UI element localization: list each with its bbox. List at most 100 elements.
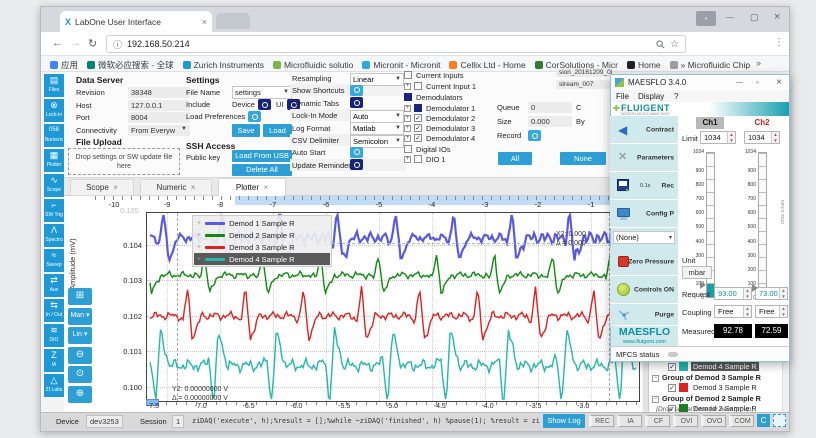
group-item-checkbox[interactable]: ✓ — [668, 384, 676, 392]
tree-checkbox[interactable] — [414, 155, 422, 163]
url-text[interactable]: 192.168.50.214 — [127, 39, 651, 49]
load-preferences-toggle[interactable] — [248, 111, 261, 122]
legend-row[interactable]: +Demod 4 Sample R — [194, 253, 330, 265]
session-value[interactable]: 1 — [172, 415, 184, 428]
tree-expander-icon[interactable]: + — [404, 105, 411, 112]
ch2-pressure-slider[interactable] — [758, 152, 767, 298]
sidebar-item-zi-labs[interactable]: △ZI Labs — [44, 374, 64, 397]
tab-numeric[interactable]: Numeric × — [140, 179, 212, 196]
ch1-limit-spinner[interactable]: 1034▲▼ — [700, 131, 736, 144]
sidebar-item-sweeper[interactable]: ≈Sweep — [44, 249, 64, 272]
option-combo-csvdelimiter[interactable]: Semicolon▼ — [350, 135, 404, 148]
parameters-button[interactable]: ✕Parameters — [610, 144, 678, 172]
bookmark-zurich-instruments[interactable]: Zurich Instruments — [183, 58, 264, 71]
sidebar-item-in-out[interactable]: ⇆In / Out — [44, 299, 64, 322]
ch2-header[interactable]: Ch2 — [748, 117, 776, 129]
config-p-button[interactable]: Config P — [610, 200, 678, 228]
option-toggle-updatereminder[interactable] — [350, 159, 363, 170]
maesflo-close[interactable]: × — [776, 77, 782, 88]
tree-item-label[interactable]: Demodulators — [416, 93, 463, 102]
purge-button[interactable]: Purge — [610, 304, 678, 326]
bookmarks-overflow-icon[interactable]: » — [756, 58, 761, 68]
group-item-checkbox[interactable]: ✓ — [668, 363, 676, 371]
delete-all-button[interactable]: Delete All — [232, 164, 292, 176]
tab-close-icon[interactable]: × — [113, 183, 118, 192]
back-icon[interactable]: ← — [52, 37, 63, 49]
group-collapse-icon[interactable]: − — [652, 396, 659, 403]
profile-button[interactable]: ◦ — [696, 11, 716, 26]
load-button[interactable]: Load — [263, 124, 292, 137]
option-combo-lockinmode[interactable]: Auto▼ — [350, 110, 404, 123]
bookmark-cellix[interactable]: Cellix Ltd - Home — [449, 58, 525, 71]
file-upload-dropzone[interactable]: Drop settings or SW update file here — [68, 148, 180, 175]
tree-checkbox[interactable] — [414, 82, 422, 90]
tree-all-button[interactable]: All — [498, 152, 532, 165]
sidebar-item-dio[interactable]: ≋DIO — [44, 324, 64, 347]
menu-display[interactable]: Display — [638, 92, 664, 101]
tree-item-label[interactable]: Demodulator 1 — [426, 104, 475, 113]
group-header[interactable]: Group of Demod 2 Sample R — [662, 394, 761, 403]
save-button[interactable]: Save — [232, 124, 260, 137]
drag-handle-icon[interactable]: + — [197, 220, 201, 227]
sidebar-item-aux[interactable]: ⇄Aux — [44, 274, 64, 297]
tab-scope[interactable]: Scope × — [70, 179, 134, 196]
info-icon[interactable]: ⓘ — [113, 38, 122, 51]
tree-expander-icon[interactable]: + — [404, 135, 411, 142]
data-server-row-value[interactable]: From Everyw ▼ — [128, 125, 190, 136]
sidebar-item-sw-trig[interactable]: ⌐SW Trig — [44, 199, 64, 222]
forward-icon[interactable]: → — [70, 37, 81, 49]
tree-checkbox[interactable]: ✓ — [414, 134, 422, 142]
tree-expander-icon[interactable]: + — [404, 115, 411, 122]
tab-close-icon[interactable]: × — [202, 17, 207, 27]
option-toggle-dynamictabs[interactable] — [350, 97, 363, 108]
tree-item-label[interactable]: Demodulator 2 — [426, 114, 475, 123]
option-toggle-autostart[interactable] — [350, 147, 363, 158]
menu-file[interactable]: File — [616, 92, 629, 101]
new-tab-button[interactable] — [216, 13, 250, 29]
tree-checkbox[interactable] — [414, 104, 422, 112]
sidebar-item-plotter[interactable]: ▦Plotter — [44, 149, 64, 172]
plot-tool-zoom-out-button[interactable]: ⊖ — [68, 347, 92, 364]
bookmark-microfluidic-solution[interactable]: Microfluidic solutio — [273, 58, 353, 71]
plot-tool-zoom-in-button[interactable]: ⊕ — [68, 386, 92, 403]
record-toggle[interactable] — [528, 130, 541, 141]
legend-row[interactable]: +Demod 2 Sample R — [194, 229, 330, 241]
rec-button[interactable]: ▸0.1sRec — [610, 172, 678, 200]
slider-handle-icon[interactable] — [700, 281, 706, 289]
plot-tool-manual-scale-button[interactable]: Man ▾ — [68, 308, 92, 325]
legend-row[interactable]: +Demod 1 Sample R — [194, 217, 330, 229]
contract-button[interactable]: ◀Contract — [610, 116, 678, 144]
menu-help[interactable]: ? — [674, 92, 678, 101]
ch1-coupling-spinner[interactable]: Free▲▼ — [714, 305, 752, 318]
include-device-toggle[interactable] — [258, 99, 271, 110]
search-zoom-icon[interactable] — [656, 40, 665, 49]
window-maximize[interactable]: ▢ — [750, 12, 759, 23]
load-from-usb-button[interactable]: Load From USB — [232, 150, 292, 162]
tree-checkbox[interactable] — [404, 145, 412, 153]
show-log-button[interactable]: Show Log — [543, 414, 585, 428]
bookmark-apps[interactable]: 应用 — [50, 58, 78, 71]
maesflo-minimize[interactable]: — — [736, 79, 743, 86]
window-close[interactable]: × — [774, 11, 780, 23]
maesflo-maximize[interactable]: ▫ — [756, 78, 759, 87]
tree-expander-icon[interactable]: + — [404, 156, 411, 163]
ch2-limit-spinner[interactable]: 1034▲▼ — [744, 131, 780, 144]
tree-expander-icon[interactable]: + — [404, 83, 411, 90]
sidebar-item-numeric[interactable]: 058Numeric — [44, 124, 64, 147]
tree-none-button[interactable]: None — [560, 152, 606, 165]
sidebar-item-spectrum[interactable]: ΛSpectru — [44, 224, 64, 247]
c-badge[interactable]: C — [757, 414, 770, 427]
legend-row[interactable]: +Demod 3 Sample R — [194, 241, 330, 253]
omnibox[interactable]: ⓘ 192.168.50.214 ☆ — [106, 35, 686, 53]
zero-pressure-button[interactable]: Zero Pressure — [610, 248, 678, 276]
plot-tool-linear-scale-button[interactable]: Lin ▾ — [68, 327, 92, 344]
tree-item-label[interactable]: Current Inputs — [416, 71, 464, 80]
tree-item-label[interactable]: Digital IOs — [416, 145, 451, 154]
tab-close-icon[interactable]: × — [191, 183, 196, 192]
bookmark-microfluidic-chips[interactable]: » Microfluidic Chips — [670, 58, 750, 71]
plot-tool-auto-scale-button[interactable]: ⊞ — [68, 288, 92, 305]
chrome-menu-icon[interactable]: ⋮ — [774, 37, 784, 48]
fluigent-site-link[interactable]: www.fluigent.com — [611, 339, 678, 345]
plot-legend[interactable]: +Demod 1 Sample R+Demod 2 Sample R+Demod… — [192, 215, 332, 267]
unit-value[interactable]: mbar — [682, 266, 712, 279]
